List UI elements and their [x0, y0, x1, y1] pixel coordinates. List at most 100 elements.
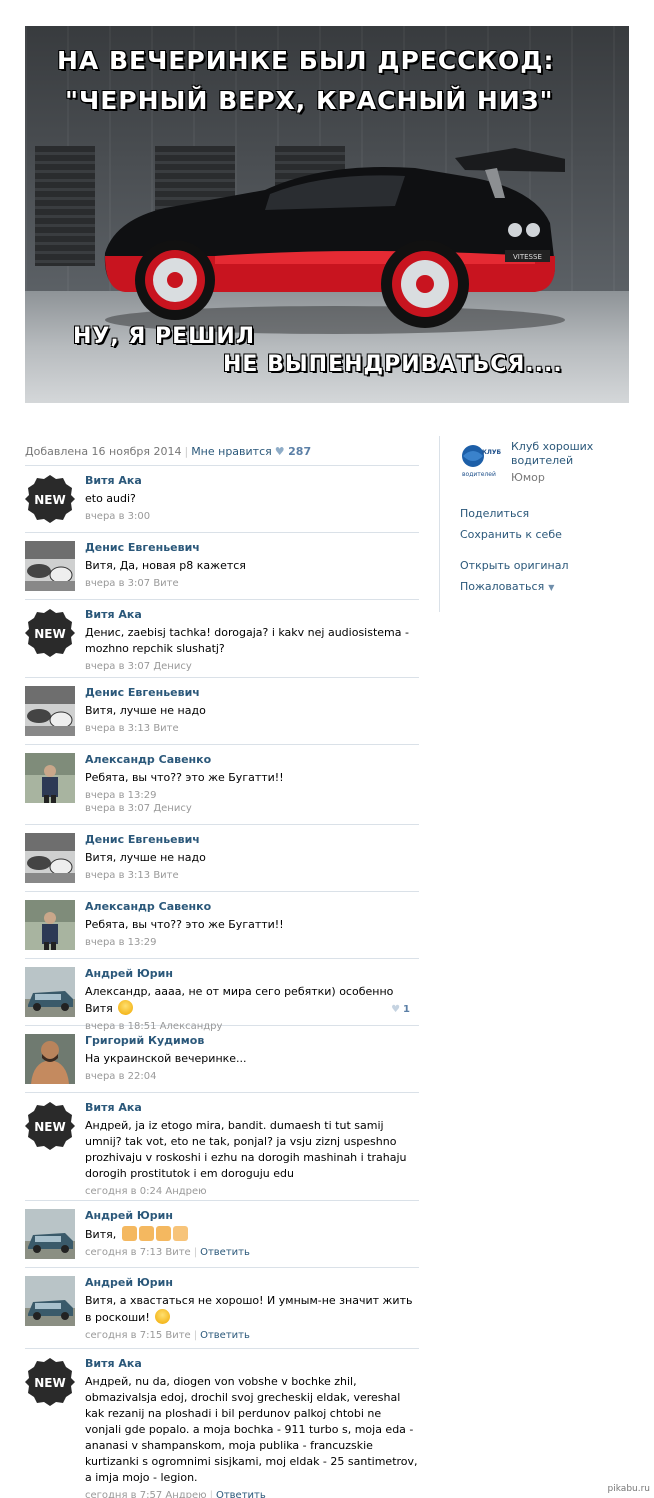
comment: Андрей Юрин Александр, аааа, не от мира …	[25, 959, 419, 1032]
avatar[interactable]	[25, 541, 75, 591]
comment: Григорий Кудимов На украинской вечеринке…	[25, 1026, 419, 1093]
caption-line-2: "ЧЕРНЫЙ ВЕРХ, КРАСНЫЙ НИЗ"	[65, 86, 554, 115]
group-logo[interactable]: КЛУБ водителей	[460, 442, 504, 482]
avatar[interactable]: NEW	[25, 608, 75, 658]
avatar[interactable]: NEW	[25, 1101, 75, 1151]
comment: NEW Витя Ака eto audi? вчера в 3:00	[25, 466, 419, 533]
reply-button[interactable]: Ответить	[216, 1490, 266, 1498]
comment-time[interactable]: вчера в 3:13 Вите	[85, 869, 419, 882]
avatar[interactable]	[25, 833, 75, 883]
thumbs-up-emoji-icon	[121, 1226, 137, 1241]
report-link[interactable]: Пожаловаться ▼	[460, 580, 554, 593]
comment-time[interactable]: вчера в 3:07 Денису	[85, 660, 419, 673]
comment-text: Андрей, nu da, diogen von vobshe v bochk…	[85, 1375, 418, 1484]
reply-button[interactable]: Ответить	[200, 1330, 250, 1341]
comment-text: Витя, лучше не надо	[85, 851, 206, 864]
comment-text: Витя, лучше не надо	[85, 704, 206, 717]
post-image[interactable]: VITESSE НА ВЕЧЕРИНКЕ БЫЛ ДРЕССКОД: "ЧЕРН…	[25, 26, 629, 403]
comment-text: Витя, а хвастаться не хорошо! И умным-не…	[85, 1294, 413, 1324]
avatar[interactable]	[25, 1276, 75, 1326]
comment-author[interactable]: Витя Ака	[85, 1101, 419, 1115]
avatar[interactable]	[25, 967, 75, 1017]
comment: NEW Витя Ака Денис, zaebisj tachka! doro…	[25, 600, 419, 678]
comment-time[interactable]: вчера в 13:29	[85, 789, 419, 802]
comment-like-count: 1	[403, 1004, 410, 1015]
comment-footer: сегодня в 7:57 Андрею | Ответить	[85, 1489, 419, 1498]
svg-text:водителей: водителей	[462, 471, 496, 478]
save-link[interactable]: Сохранить к себе	[460, 528, 562, 541]
comment-time[interactable]: сегодня в 7:57 Андрею	[85, 1490, 207, 1498]
comment-time[interactable]: сегодня в 7:15 Вите	[85, 1330, 191, 1341]
post-date: Добавлена 16 ноября 2014	[25, 445, 182, 458]
open-original-link[interactable]: Открыть оригинал	[460, 559, 569, 572]
avatar[interactable]: NEW	[25, 474, 75, 524]
comment-text: Александр, аааа, не от мира сего ребятки…	[85, 985, 394, 1015]
share-link[interactable]: Поделиться	[460, 507, 529, 520]
comment: Александр Савенко Ребята, вы что?? это ж…	[25, 892, 419, 959]
avatar-badge-text: NEW	[34, 627, 65, 641]
chevron-down-icon: ▼	[548, 583, 555, 592]
comment-text: Ребята, вы что?? это же Бугатти!!	[85, 918, 284, 931]
comment-time[interactable]: вчера в 13:29	[85, 936, 419, 949]
avatar-badge-text: NEW	[34, 493, 65, 507]
comment-author[interactable]: Витя Ака	[85, 474, 419, 488]
comment-time[interactable]: вчера в 3:00	[85, 510, 419, 523]
comment-time[interactable]: сегодня в 7:13 Вите	[85, 1247, 191, 1258]
sidebar: КЛУБ водителей Клуб хороших водителей Юм…	[439, 436, 639, 612]
comment-author[interactable]: Денис Евгеньевич	[85, 686, 419, 700]
comment-author[interactable]: Александр Савенко	[85, 900, 419, 914]
comment-time[interactable]: вчера в 3:07 Денису	[85, 802, 419, 815]
heart-icon: ♥	[391, 1004, 401, 1015]
comment-time[interactable]: вчера в 22:04	[85, 1070, 419, 1083]
comment: Андрей Юрин Витя, а хвастаться не хорошо…	[25, 1268, 419, 1349]
comment-time[interactable]: вчера в 3:13 Вите	[85, 722, 419, 735]
bugatti-car-image: VITESSE	[104, 148, 565, 334]
comment-text: Андрей, ja iz etogo mira, bandit. dumaes…	[85, 1119, 407, 1180]
comment: NEW Витя Ака Андрей, nu da, diogen von v…	[25, 1349, 419, 1498]
comment-text: eto audi?	[85, 492, 136, 505]
comment-author[interactable]: Витя Ака	[85, 608, 419, 622]
comment-text: На украинской вечеринке...	[85, 1052, 247, 1065]
comment-author[interactable]: Андрей Юрин	[85, 967, 419, 981]
heart-icon[interactable]: ♥	[275, 445, 285, 458]
group-name[interactable]: Клуб хороших водителей	[511, 440, 626, 468]
comment-author[interactable]: Андрей Юрин	[85, 1276, 419, 1290]
caption-line-4: НЕ ВЫПЕНДРИВАТЬСЯ....	[223, 352, 563, 377]
clapping-hands-emoji-icon	[172, 1226, 188, 1241]
avatar[interactable]: NEW	[25, 1357, 75, 1407]
like-count: 287	[288, 445, 312, 458]
comment-author[interactable]: Денис Евгеньевич	[85, 541, 419, 555]
avatar-badge-text: NEW	[34, 1376, 65, 1390]
comment-author[interactable]: Григорий Кудимов	[85, 1034, 419, 1048]
comment: Денис Евгеньевич Витя, лучше не надо вче…	[25, 825, 419, 892]
comment: NEW Витя Ака Андрей, ja iz etogo mira, b…	[25, 1093, 419, 1201]
comment-time[interactable]: вчера в 3:07 Вите	[85, 577, 419, 590]
comment: Андрей Юрин Витя, сегодня в 7:13 Вите | От…	[25, 1201, 419, 1268]
like-button[interactable]: Мне нравится	[191, 445, 272, 458]
caption-line-3: НУ, Я РЕШИЛ	[73, 324, 256, 349]
group-logo-text: КЛУБ	[482, 449, 502, 456]
watermark: pikabu.ru	[607, 1484, 650, 1494]
post-meta: Добавлена 16 ноября 2014 | Мне нравится ♥ 2…	[25, 445, 312, 458]
comment-text: Денис, zaebisj tachka! dorogaja? i kakv …	[85, 626, 409, 655]
comment-author[interactable]: Александр Савенко	[85, 753, 419, 767]
caption-line-1: НА ВЕЧЕРИНКЕ БЫЛ ДРЕССКОД:	[57, 46, 555, 75]
comment-author[interactable]: Андрей Юрин	[85, 1209, 419, 1223]
comment-text: Витя, Да, новая р8 кажется	[85, 559, 246, 572]
comment-footer: сегодня в 7:15 Вите | Ответить	[85, 1330, 250, 1341]
reply-button[interactable]: Ответить	[200, 1247, 250, 1258]
comment-footer: сегодня в 7:13 Вите | Ответить	[85, 1247, 250, 1258]
thumbs-up-emoji-icon	[138, 1226, 154, 1241]
avatar[interactable]	[25, 1034, 75, 1084]
comment-author[interactable]: Денис Евгеньевич	[85, 833, 419, 847]
avatar[interactable]	[25, 753, 75, 803]
avatar[interactable]	[25, 900, 75, 950]
avatar[interactable]	[25, 1209, 75, 1259]
comment-time[interactable]: сегодня в 0:24 Андрею	[85, 1185, 419, 1198]
group-category: Юмор	[511, 471, 545, 484]
comment-like-button[interactable]: ♥ 1	[391, 1004, 410, 1015]
thumbs-up-emoji-icon	[155, 1226, 171, 1241]
avatar[interactable]	[25, 686, 75, 736]
comment-author[interactable]: Витя Ака	[85, 1357, 419, 1371]
laughing-emoji-icon	[118, 1000, 134, 1015]
